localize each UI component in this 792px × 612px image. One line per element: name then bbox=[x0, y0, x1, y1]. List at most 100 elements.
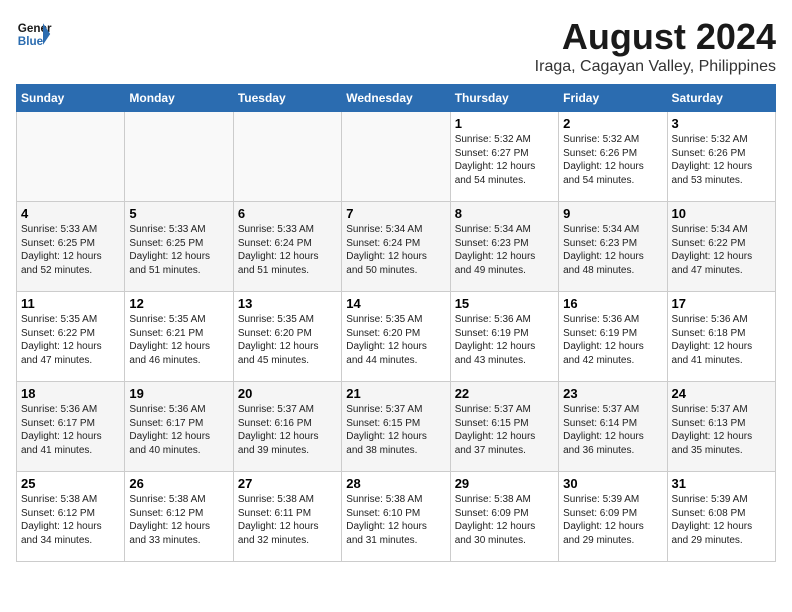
day-info: Sunrise: 5:38 AMSunset: 6:12 PMDaylight:… bbox=[129, 493, 228, 547]
day-info: Sunrise: 5:32 AMSunset: 6:27 PMDaylight:… bbox=[455, 133, 554, 187]
day-number: 30 bbox=[563, 476, 662, 491]
day-info: Sunrise: 5:38 AMSunset: 6:09 PMDaylight:… bbox=[455, 493, 554, 547]
weekday-header-thursday: Thursday bbox=[450, 85, 558, 112]
day-info: Sunrise: 5:34 AMSunset: 6:23 PMDaylight:… bbox=[563, 223, 662, 277]
calendar-cell: 22Sunrise: 5:37 AMSunset: 6:15 PMDayligh… bbox=[450, 382, 558, 472]
day-number: 17 bbox=[672, 296, 771, 311]
calendar-cell: 27 Sunrise: 5:38 AMSunset: 6:11 PMDayligh… bbox=[233, 472, 341, 562]
day-number: 8 bbox=[455, 206, 554, 221]
calendar-cell: 19Sunrise: 5:36 AMSunset: 6:17 PMDayligh… bbox=[125, 382, 233, 472]
calendar-cell: 29 Sunrise: 5:38 AMSunset: 6:09 PMDayligh… bbox=[450, 472, 558, 562]
day-info: Sunrise: 5:32 AMSunset: 6:26 PMDaylight:… bbox=[672, 133, 771, 187]
weekday-header-friday: Friday bbox=[559, 85, 667, 112]
day-number: 27 bbox=[238, 476, 337, 491]
calendar-cell: 16 Sunrise: 5:36 AMSunset: 6:19 PMDayligh… bbox=[559, 292, 667, 382]
calendar-header-row: SundayMondayTuesdayWednesdayThursdayFrid… bbox=[17, 85, 776, 112]
calendar-cell: 28Sunrise: 5:38 AMSunset: 6:10 PMDayligh… bbox=[342, 472, 450, 562]
day-number: 14 bbox=[346, 296, 445, 311]
calendar-cell: 8 Sunrise: 5:34 AMSunset: 6:23 PMDaylight… bbox=[450, 202, 558, 292]
day-info: Sunrise: 5:35 AMSunset: 6:21 PMDaylight:… bbox=[129, 313, 228, 367]
location-subtitle: Iraga, Cagayan Valley, Philippines bbox=[535, 58, 776, 76]
calendar-week-1: 1 Sunrise: 5:32 AMSunset: 6:27 PMDaylight… bbox=[17, 112, 776, 202]
calendar-cell: 21 Sunrise: 5:37 AMSunset: 6:15 PMDayligh… bbox=[342, 382, 450, 472]
calendar-cell: 2 Sunrise: 5:32 AMSunset: 6:26 PMDaylight… bbox=[559, 112, 667, 202]
page-header: General Blue August 2024 Iraga, Cagayan … bbox=[16, 16, 776, 76]
day-number: 23 bbox=[563, 386, 662, 401]
calendar-cell bbox=[125, 112, 233, 202]
calendar-cell: 30Sunrise: 5:39 AMSunset: 6:09 PMDayligh… bbox=[559, 472, 667, 562]
day-number: 31 bbox=[672, 476, 771, 491]
day-info: Sunrise: 5:32 AMSunset: 6:26 PMDaylight:… bbox=[563, 133, 662, 187]
day-number: 1 bbox=[455, 116, 554, 131]
day-info: Sunrise: 5:35 AMSunset: 6:20 PMDaylight:… bbox=[238, 313, 337, 367]
calendar-cell: 20 Sunrise: 5:37 AMSunset: 6:16 PMDayligh… bbox=[233, 382, 341, 472]
calendar-cell: 25Sunrise: 5:38 AMSunset: 6:12 PMDayligh… bbox=[17, 472, 125, 562]
calendar-cell bbox=[233, 112, 341, 202]
calendar-cell: 9Sunrise: 5:34 AMSunset: 6:23 PMDaylight… bbox=[559, 202, 667, 292]
day-info: Sunrise: 5:35 AMSunset: 6:22 PMDaylight:… bbox=[21, 313, 120, 367]
calendar-week-3: 11 Sunrise: 5:35 AMSunset: 6:22 PMDayligh… bbox=[17, 292, 776, 382]
day-info: Sunrise: 5:33 AMSunset: 6:24 PMDaylight:… bbox=[238, 223, 337, 277]
day-info: Sunrise: 5:33 AMSunset: 6:25 PMDaylight:… bbox=[21, 223, 120, 277]
calendar-cell: 24 Sunrise: 5:37 AMSunset: 6:13 PMDayligh… bbox=[667, 382, 775, 472]
weekday-header-sunday: Sunday bbox=[17, 85, 125, 112]
day-info: Sunrise: 5:36 AMSunset: 6:17 PMDaylight:… bbox=[21, 403, 120, 457]
day-info: Sunrise: 5:36 AMSunset: 6:17 PMDaylight:… bbox=[129, 403, 228, 457]
day-info: Sunrise: 5:36 AMSunset: 6:19 PMDaylight:… bbox=[563, 313, 662, 367]
day-info: Sunrise: 5:37 AMSunset: 6:16 PMDaylight:… bbox=[238, 403, 337, 457]
calendar-cell: 11 Sunrise: 5:35 AMSunset: 6:22 PMDayligh… bbox=[17, 292, 125, 382]
calendar-week-2: 4 Sunrise: 5:33 AMSunset: 6:25 PMDaylight… bbox=[17, 202, 776, 292]
calendar-cell bbox=[17, 112, 125, 202]
day-number: 20 bbox=[238, 386, 337, 401]
day-info: Sunrise: 5:33 AMSunset: 6:25 PMDaylight:… bbox=[129, 223, 228, 277]
logo-icon: General Blue bbox=[16, 16, 52, 52]
weekday-header-tuesday: Tuesday bbox=[233, 85, 341, 112]
calendar-cell: 15 Sunrise: 5:36 AMSunset: 6:19 PMDayligh… bbox=[450, 292, 558, 382]
day-info: Sunrise: 5:38 AMSunset: 6:10 PMDaylight:… bbox=[346, 493, 445, 547]
day-info: Sunrise: 5:34 AMSunset: 6:24 PMDaylight:… bbox=[346, 223, 445, 277]
day-number: 16 bbox=[563, 296, 662, 311]
day-number: 10 bbox=[672, 206, 771, 221]
calendar-cell: 10 Sunrise: 5:34 AMSunset: 6:22 PMDayligh… bbox=[667, 202, 775, 292]
day-info: Sunrise: 5:38 AMSunset: 6:12 PMDaylight:… bbox=[21, 493, 120, 547]
calendar-cell: 7Sunrise: 5:34 AMSunset: 6:24 PMDaylight… bbox=[342, 202, 450, 292]
day-info: Sunrise: 5:39 AMSunset: 6:08 PMDaylight:… bbox=[672, 493, 771, 547]
day-info: Sunrise: 5:37 AMSunset: 6:13 PMDaylight:… bbox=[672, 403, 771, 457]
day-info: Sunrise: 5:36 AMSunset: 6:19 PMDaylight:… bbox=[455, 313, 554, 367]
day-number: 5 bbox=[129, 206, 228, 221]
day-number: 21 bbox=[346, 386, 445, 401]
day-info: Sunrise: 5:37 AMSunset: 6:15 PMDaylight:… bbox=[346, 403, 445, 457]
day-number: 24 bbox=[672, 386, 771, 401]
calendar-cell: 3Sunrise: 5:32 AMSunset: 6:26 PMDaylight… bbox=[667, 112, 775, 202]
day-info: Sunrise: 5:38 AMSunset: 6:11 PMDaylight:… bbox=[238, 493, 337, 547]
day-number: 11 bbox=[21, 296, 120, 311]
logo: General Blue bbox=[16, 16, 52, 52]
calendar-week-5: 25Sunrise: 5:38 AMSunset: 6:12 PMDayligh… bbox=[17, 472, 776, 562]
day-info: Sunrise: 5:34 AMSunset: 6:23 PMDaylight:… bbox=[455, 223, 554, 277]
day-number: 4 bbox=[21, 206, 120, 221]
day-info: Sunrise: 5:36 AMSunset: 6:18 PMDaylight:… bbox=[672, 313, 771, 367]
calendar-cell: 23 Sunrise: 5:37 AMSunset: 6:14 PMDayligh… bbox=[559, 382, 667, 472]
calendar-cell: 14Sunrise: 5:35 AMSunset: 6:20 PMDayligh… bbox=[342, 292, 450, 382]
day-number: 12 bbox=[129, 296, 228, 311]
title-section: August 2024 Iraga, Cagayan Valley, Phili… bbox=[535, 16, 776, 76]
day-info: Sunrise: 5:37 AMSunset: 6:14 PMDaylight:… bbox=[563, 403, 662, 457]
day-info: Sunrise: 5:34 AMSunset: 6:22 PMDaylight:… bbox=[672, 223, 771, 277]
day-number: 29 bbox=[455, 476, 554, 491]
calendar-table: SundayMondayTuesdayWednesdayThursdayFrid… bbox=[16, 84, 776, 562]
svg-text:Blue: Blue bbox=[18, 35, 44, 48]
day-number: 2 bbox=[563, 116, 662, 131]
calendar-week-4: 18 Sunrise: 5:36 AMSunset: 6:17 PMDayligh… bbox=[17, 382, 776, 472]
calendar-cell: 17 Sunrise: 5:36 AMSunset: 6:18 PMDayligh… bbox=[667, 292, 775, 382]
calendar-cell: 1 Sunrise: 5:32 AMSunset: 6:27 PMDaylight… bbox=[450, 112, 558, 202]
calendar-cell: 13Sunrise: 5:35 AMSunset: 6:20 PMDayligh… bbox=[233, 292, 341, 382]
month-year-title: August 2024 bbox=[535, 16, 776, 58]
calendar-cell: 6Sunrise: 5:33 AMSunset: 6:24 PMDaylight… bbox=[233, 202, 341, 292]
day-number: 15 bbox=[455, 296, 554, 311]
day-number: 18 bbox=[21, 386, 120, 401]
calendar-cell: 26Sunrise: 5:38 AMSunset: 6:12 PMDayligh… bbox=[125, 472, 233, 562]
calendar-cell bbox=[342, 112, 450, 202]
calendar-cell: 12 Sunrise: 5:35 AMSunset: 6:21 PMDayligh… bbox=[125, 292, 233, 382]
weekday-header-monday: Monday bbox=[125, 85, 233, 112]
calendar-cell: 18 Sunrise: 5:36 AMSunset: 6:17 PMDayligh… bbox=[17, 382, 125, 472]
